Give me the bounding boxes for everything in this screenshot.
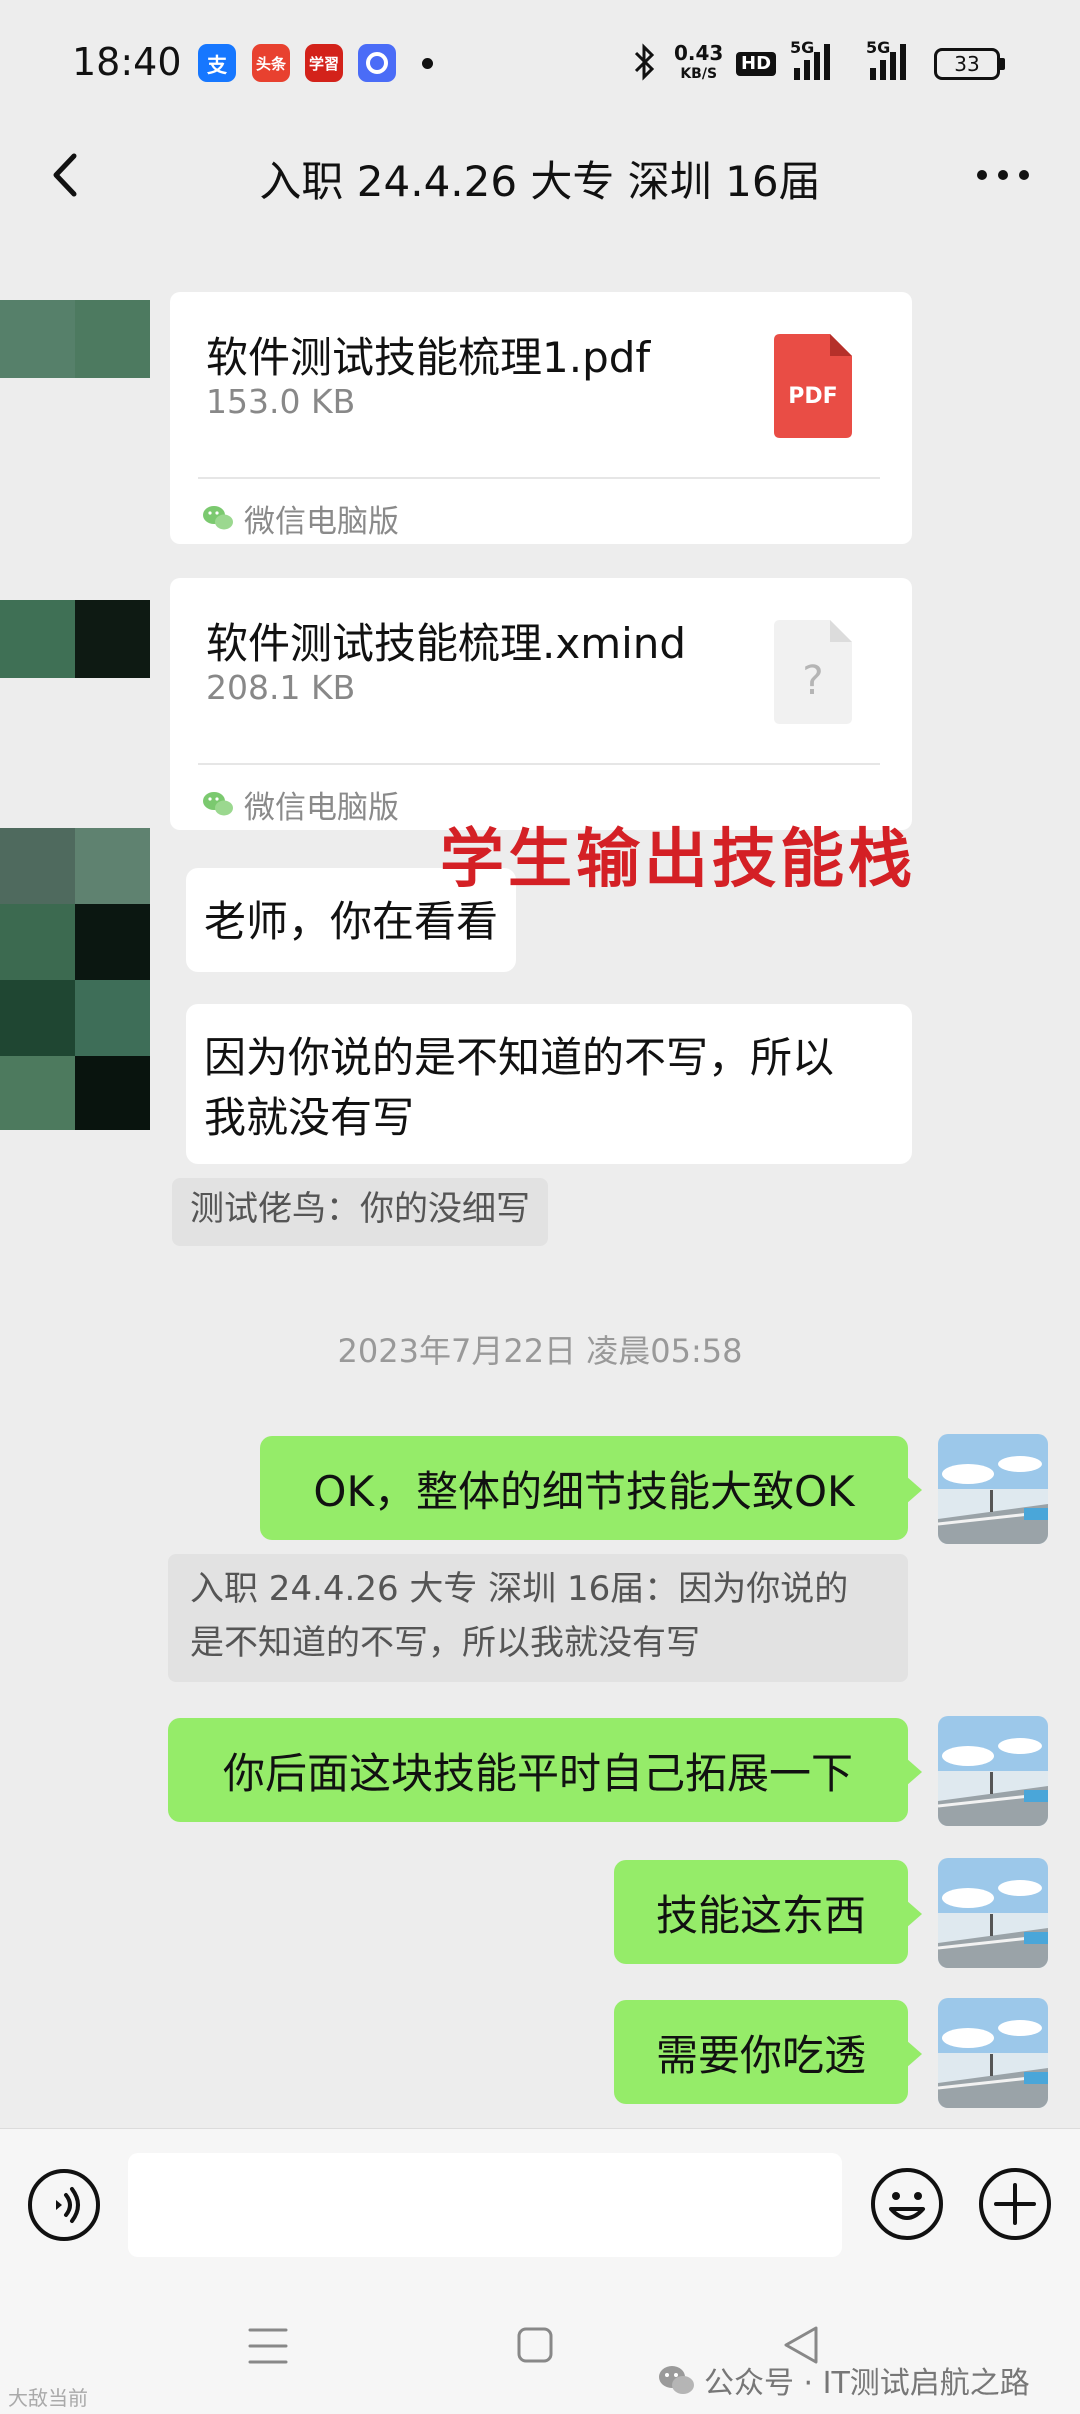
message-text: 需要你吃透	[655, 2030, 866, 2080]
avatar-image	[938, 1434, 1048, 1544]
bubble-tail	[906, 1758, 922, 1786]
footer-credit: 公众号 · IT测试启航之路	[656, 2358, 1030, 2402]
more-icon	[977, 170, 1029, 180]
file-message-xmind[interactable]: 软件测试技能梳理.xmind 208.1 KB ? 微信电脑版	[170, 578, 912, 830]
avatar-sender-2[interactable]	[0, 600, 150, 678]
file-name: 软件测试技能梳理1.pdf	[206, 333, 651, 382]
emoji-button[interactable]	[868, 2165, 946, 2243]
net-speed-unit: KB/S	[680, 66, 718, 82]
message-text: 老师，你在看看	[204, 897, 499, 946]
quote-line-2: 是不知道的不写，所以我就没有写	[190, 1623, 700, 1663]
quoted-message-1[interactable]: 测试佬鸟：你的没细写	[172, 1178, 548, 1246]
avatar-image	[938, 1998, 1048, 2108]
avatar-self[interactable]	[938, 1434, 1048, 1544]
alipay-icon: 支	[198, 44, 236, 82]
wechat-icon	[203, 506, 233, 530]
toutiao-icon: 头条	[252, 44, 290, 82]
plus-icon	[979, 2168, 1051, 2240]
battery-tip	[1000, 58, 1005, 70]
avatar-image	[938, 1716, 1048, 1826]
pdf-icon: PDF	[774, 334, 852, 438]
xuexi-icon: 学習	[305, 44, 343, 82]
outgoing-message-2[interactable]: 你后面这块技能平时自己拓展一下	[168, 1718, 922, 1822]
back-button[interactable]	[40, 140, 110, 210]
quote-line-1: 入职 24.4.26 大专 深圳 16届：因为你说的	[190, 1569, 849, 1609]
menu-icon	[248, 2328, 288, 2364]
plus-button[interactable]	[976, 2165, 1054, 2243]
message-line-1: 因为你说的是不知道的不写，所以	[204, 1033, 835, 1082]
bubble-tail	[906, 1900, 922, 1928]
sim1-label: 5G	[790, 38, 815, 57]
message-line-2: 我就没有写	[204, 1093, 415, 1142]
bubble-tail	[906, 1476, 922, 1504]
footer-credit-text: 公众号 · IT测试启航之路	[704, 2366, 1030, 2401]
outgoing-message-1[interactable]: OK，整体的细节技能大致OK	[260, 1436, 922, 1540]
avatar-sender-1[interactable]	[0, 300, 150, 378]
network-speed: 0.43 KB/S	[674, 41, 724, 83]
timestamp: 2023年7月22日 凌晨05:58	[337, 1332, 743, 1370]
hd-badge: HD	[736, 52, 777, 76]
notification-dot	[422, 58, 433, 69]
voice-icon	[28, 2169, 100, 2241]
unknown-icon-label: ?	[802, 658, 824, 704]
outgoing-message-3[interactable]: 技能这东西	[614, 1860, 922, 1964]
avatar-image	[938, 1858, 1048, 1968]
quoted-message-2[interactable]: 入职 24.4.26 大专 深圳 16届：因为你说的 是不知道的不写，所以我就没…	[168, 1554, 908, 1682]
home-button[interactable]	[516, 2326, 554, 2364]
chat-header: 入职 24.4.26 大专 深圳 16届	[0, 126, 1080, 226]
chat-title: 入职 24.4.26 大专 深圳 16届	[259, 157, 821, 206]
overlay-annotation: 学生输出技能栈	[440, 822, 916, 897]
recents-button[interactable]	[246, 2326, 290, 2366]
browser-icon	[358, 44, 396, 82]
corner-watermark: 大敌当前	[8, 2386, 88, 2410]
unknown-file-icon: ?	[774, 620, 852, 724]
avatar-sender-3[interactable]	[0, 828, 150, 1130]
net-speed-value: 0.43	[674, 41, 724, 65]
input-bar	[0, 2128, 1080, 2282]
file-source: 微信电脑版	[200, 496, 399, 540]
bubble-tail	[906, 2040, 922, 2068]
message-text-2[interactable]: 因为你说的是不知道的不写，所以 我就没有写	[186, 1004, 912, 1164]
avatar-self[interactable]	[938, 1998, 1048, 2108]
divider	[198, 477, 880, 479]
status-time: 18:40	[72, 40, 182, 84]
more-button[interactable]	[968, 140, 1038, 210]
file-source-label: 微信电脑版	[244, 789, 399, 826]
emoji-icon	[871, 2168, 943, 2240]
system-nav-bar: 公众号 · IT测试启航之路 大敌当前	[0, 2282, 1080, 2414]
message-input[interactable]	[128, 2153, 842, 2257]
outgoing-message-4[interactable]: 需要你吃透	[614, 2000, 922, 2104]
file-source-label: 微信电脑版	[244, 503, 399, 540]
file-name: 软件测试技能梳理.xmind	[206, 619, 687, 668]
battery-indicator: 33	[934, 48, 1000, 80]
file-message-pdf[interactable]: 软件测试技能梳理1.pdf 153.0 KB PDF 微信电脑版	[170, 292, 912, 544]
file-size: 208.1 KB	[206, 668, 356, 707]
voice-button[interactable]	[26, 2167, 102, 2243]
signal-2: 5G	[866, 40, 914, 87]
divider	[198, 763, 880, 765]
wechat-icon	[203, 792, 233, 816]
sim2-label: 5G	[866, 38, 891, 57]
file-source: 微信电脑版	[200, 782, 399, 826]
wechat-icon	[659, 2366, 694, 2394]
back-arrow-icon	[53, 153, 77, 197]
file-size: 153.0 KB	[206, 382, 356, 421]
bluetooth-icon	[632, 42, 658, 87]
status-bar: 18:40 支 头条 学習 0.43 KB/S HD 5G 5G 33	[0, 0, 1080, 126]
pdf-icon-label: PDF	[788, 384, 838, 409]
message-text: 你后面这块技能平时自己拓展一下	[222, 1748, 853, 1798]
avatar-self[interactable]	[938, 1716, 1048, 1826]
message-text: 技能这东西	[655, 1890, 866, 1940]
home-icon	[517, 2327, 553, 2363]
avatar-self[interactable]	[938, 1858, 1048, 1968]
message-text: OK，整体的细节技能大致OK	[313, 1466, 855, 1516]
signal-1: 5G	[790, 40, 838, 87]
